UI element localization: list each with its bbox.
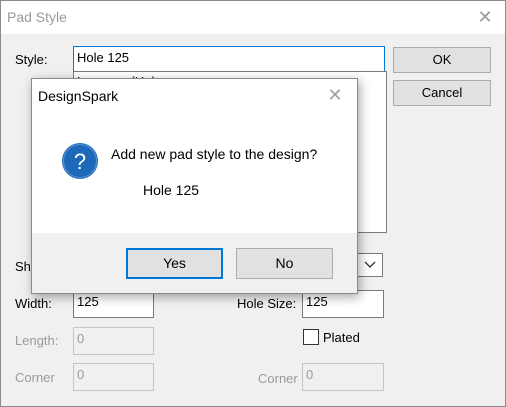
shape-label: Sh [15, 259, 31, 274]
dialog-question: Add new pad style to the design? [111, 146, 318, 162]
width-input[interactable]: 125 [73, 290, 154, 318]
ok-button[interactable]: OK [393, 47, 491, 73]
no-button[interactable]: No [236, 248, 333, 279]
question-icon: ? [62, 143, 98, 179]
corner-input: 0 [73, 363, 154, 391]
confirm-dialog: DesignSpark ✕ ? Add new pad style to the… [31, 78, 358, 294]
dialog-footer: Yes No [32, 233, 357, 293]
corner2-input: 0 [302, 363, 384, 391]
corner2-label: Corner [258, 371, 298, 386]
cancel-button[interactable]: Cancel [393, 80, 491, 106]
title-bar: Pad Style ✕ [1, 1, 505, 34]
hole-size-input[interactable]: 125 [302, 290, 384, 318]
width-label: Width: [15, 296, 52, 311]
window-title: Pad Style [7, 9, 67, 25]
corner-label: Corner [15, 370, 55, 385]
length-label: Length: [15, 333, 59, 348]
dialog-detail: Hole 125 [143, 182, 200, 198]
close-icon[interactable]: ✕ [473, 6, 497, 28]
question-glyph: ? [74, 149, 86, 174]
shape-dropdown[interactable] [357, 253, 383, 277]
chevron-down-icon [364, 261, 376, 268]
style-label: Style: [15, 52, 48, 67]
close-icon[interactable]: ✕ [323, 84, 347, 106]
plated-checkbox[interactable] [303, 329, 319, 345]
style-input[interactable]: Hole 125 [73, 46, 385, 72]
dialog-title: DesignSpark [38, 88, 119, 104]
plated-label[interactable]: Plated [323, 330, 360, 345]
length-input: 0 [73, 327, 154, 355]
hole-size-label: Hole Size: [237, 296, 297, 311]
yes-button[interactable]: Yes [126, 248, 223, 279]
